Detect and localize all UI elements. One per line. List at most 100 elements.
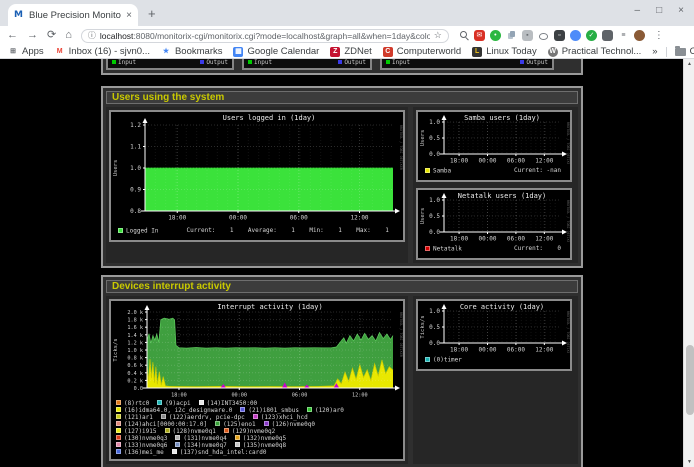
copy-ext-icon[interactable] [506, 30, 517, 41]
svg-text:Netatalk users (1day): Netatalk users (1day) [458, 192, 547, 200]
bookmark-star-icon[interactable]: ☆ [434, 30, 442, 41]
svg-text:RRDTOOL / TOBI OETIKER: RRDTOOL / TOBI OETIKER [399, 125, 403, 171]
bookmark-computerworld[interactable]: CComputerworld [383, 46, 461, 57]
chat-ext-icon[interactable]: • [490, 30, 501, 41]
title-bar: M Blue Precision Monitorix × + – □ × [0, 0, 694, 26]
svg-text:12:00: 12:00 [535, 347, 553, 354]
legend-item: (131)nvme0q4 [175, 435, 226, 442]
bookmarks-bar: ⊞Apps MInbox (16) - sjvn0... ★Bookmarks ▦Go… [0, 45, 694, 59]
svg-text:RRDTOOL / TOBI OETIKER: RRDTOOL / TOBI OETIKER [566, 200, 570, 242]
netatalk-users-legend: NetatalkCurrent: 0 [418, 242, 570, 258]
svg-text:1.2: 1.2 [130, 122, 141, 129]
svg-text:00:00: 00:00 [229, 215, 247, 222]
previous-section-partial: InputOutputInputOutputInputOutput [101, 59, 583, 75]
monitorix-favicon-icon: M [14, 10, 24, 20]
legend-item: (136)mei_me [116, 449, 164, 456]
bookmark-bookmarks[interactable]: ★Bookmarks [161, 46, 223, 57]
svg-text:1.1: 1.1 [130, 144, 141, 151]
legend-swatch [425, 168, 430, 173]
legend-swatch [116, 421, 121, 426]
profile-avatar[interactable] [634, 30, 645, 41]
browser-toolbar: ← → ⟳ ⌂ ⓘ localhost:8080/monitorix-cgi/m… [0, 26, 694, 45]
bookmark-practical-technology-label: Practical Technol... [562, 46, 642, 57]
legend-swatch [118, 228, 123, 233]
input-legend: Input [248, 60, 272, 66]
search-ext-icon[interactable] [458, 30, 469, 41]
home-icon[interactable]: ⌂ [65, 30, 72, 41]
dark-square-ext-icon[interactable]: ▫ [554, 30, 565, 41]
legend-swatch [215, 421, 220, 426]
legend-swatch [224, 428, 229, 433]
svg-text:18:00: 18:00 [171, 393, 187, 399]
users-logged-in-stats: Current: 1 Average: 1 Min: 1 Max: 1 [187, 228, 389, 235]
legend-swatch [425, 357, 430, 362]
chrome-menu-icon[interactable]: ⋮ [654, 30, 664, 41]
page-info-icon[interactable]: ⓘ [88, 30, 96, 41]
legend-row: (136)mei_me (137)snd_hda_intel:card0 [111, 449, 403, 456]
scrollbar-thumb[interactable] [686, 345, 694, 415]
screenshot-ext-icon[interactable]: ▪ [522, 30, 533, 41]
legend-swatch [116, 449, 121, 454]
scroll-down-icon[interactable]: ▼ [684, 457, 694, 467]
svg-text:12:00: 12:00 [535, 158, 553, 165]
legend-item: (135)nvme0q8 [235, 442, 286, 449]
partial-graph-box-1: InputOutput [106, 59, 234, 70]
netatalk-users-chart: 0.00.51.018:0000:0006:0012:00Netatalk us… [418, 190, 570, 242]
svg-text:12:00: 12:00 [352, 393, 368, 399]
bookmark-apps[interactable]: ⊞Apps [8, 46, 44, 57]
svg-text:0.0: 0.0 [429, 229, 440, 236]
puzzle-extensions-icon[interactable] [602, 30, 613, 41]
bookmark-google-calendar[interactable]: ▦Google Calendar [233, 46, 319, 57]
privacy-eye-ext-icon[interactable] [538, 30, 549, 41]
bookmark-linux-today-icon: L [472, 47, 482, 57]
window-close-button[interactable]: × [678, 5, 684, 16]
back-icon[interactable]: ← [7, 30, 18, 41]
svg-text:0.5: 0.5 [429, 135, 440, 142]
core-activity-chart: 0.00.51.018:0000:0006:0012:00Core activi… [418, 301, 570, 353]
scroll-up-icon[interactable]: ▲ [684, 59, 694, 69]
output-legend: Output [200, 60, 228, 66]
svg-text:0.4 k: 0.4 k [127, 371, 143, 377]
bookmarks-overflow-icon[interactable]: » [652, 46, 657, 57]
input-legend-swatch [112, 60, 116, 64]
vertical-scrollbar[interactable]: ▲ ▼ [683, 59, 694, 467]
monitorix-content: InputOutputInputOutputInputOutput Users … [101, 59, 583, 467]
adblock-ext-icon[interactable]: ✓ [586, 30, 597, 41]
legend-swatch [116, 407, 121, 412]
svg-text:18:00: 18:00 [168, 215, 186, 222]
legend-item: (121)ar1 [116, 414, 153, 421]
users-right-cell: 0.00.51.018:0000:0006:0012:00Samba users… [413, 107, 578, 263]
blue-circle-ext-icon[interactable] [570, 30, 581, 41]
bookmark-zdnet[interactable]: ZZDNet [330, 46, 371, 57]
legend-item: Samba [425, 168, 451, 175]
tab-close-icon[interactable]: × [126, 10, 132, 21]
bookmark-linux-today[interactable]: LLinux Today [472, 46, 537, 57]
other-bookmarks-button[interactable]: Other bookmarks [675, 46, 694, 57]
minimize-button[interactable]: – [635, 5, 641, 16]
svg-text:0.5: 0.5 [429, 213, 440, 220]
mail-ext-icon[interactable]: ✉ [474, 30, 485, 41]
browser-tab[interactable]: M Blue Precision Monitorix × [8, 4, 138, 26]
url-bar[interactable]: ⓘ localhost:8080/monitorix-cgi/monitorix… [81, 29, 449, 43]
legend-item: (137)snd_hda_intel:card0 [172, 449, 267, 456]
bookmark-practical-technology[interactable]: WPractical Technol... [548, 46, 642, 57]
svg-text:00:00: 00:00 [478, 236, 496, 243]
bookmark-inbox[interactable]: MInbox (16) - sjvn0... [55, 46, 150, 57]
reading-list-icon[interactable]: ≡ [618, 30, 629, 41]
interrupts-section: Devices interrupt activity 0.00.2 k0.4 k… [101, 275, 583, 467]
maximize-button[interactable]: □ [656, 5, 662, 16]
legend-swatch [175, 435, 180, 440]
forward-icon[interactable]: → [27, 30, 38, 41]
svg-text:Samba users (1day): Samba users (1day) [464, 114, 540, 122]
legend-item: (124)ahci[0000:00:17.0] [116, 421, 207, 428]
interrupt-activity-chart: 0.00.2 k0.4 k0.6 k0.8 k1.0 k1.2 k1.4 k1.… [111, 301, 403, 399]
legend-item: (130)nvme0q3 [116, 435, 167, 442]
partial-graph-box-3: InputOutput [380, 59, 554, 70]
output-legend-swatch [520, 60, 524, 64]
reload-icon[interactable]: ⟳ [47, 30, 56, 41]
bookmark-items: ⊞Apps MInbox (16) - sjvn0... ★Bookmarks ▦Go… [8, 46, 641, 57]
new-tab-button[interactable]: + [148, 6, 156, 21]
legend-swatch [116, 442, 121, 447]
samba-users-graph: 0.00.51.018:0000:0006:0012:00Samba users… [416, 110, 572, 182]
svg-text:RRDTOOL / TOBI OETIKER: RRDTOOL / TOBI OETIKER [566, 311, 570, 353]
